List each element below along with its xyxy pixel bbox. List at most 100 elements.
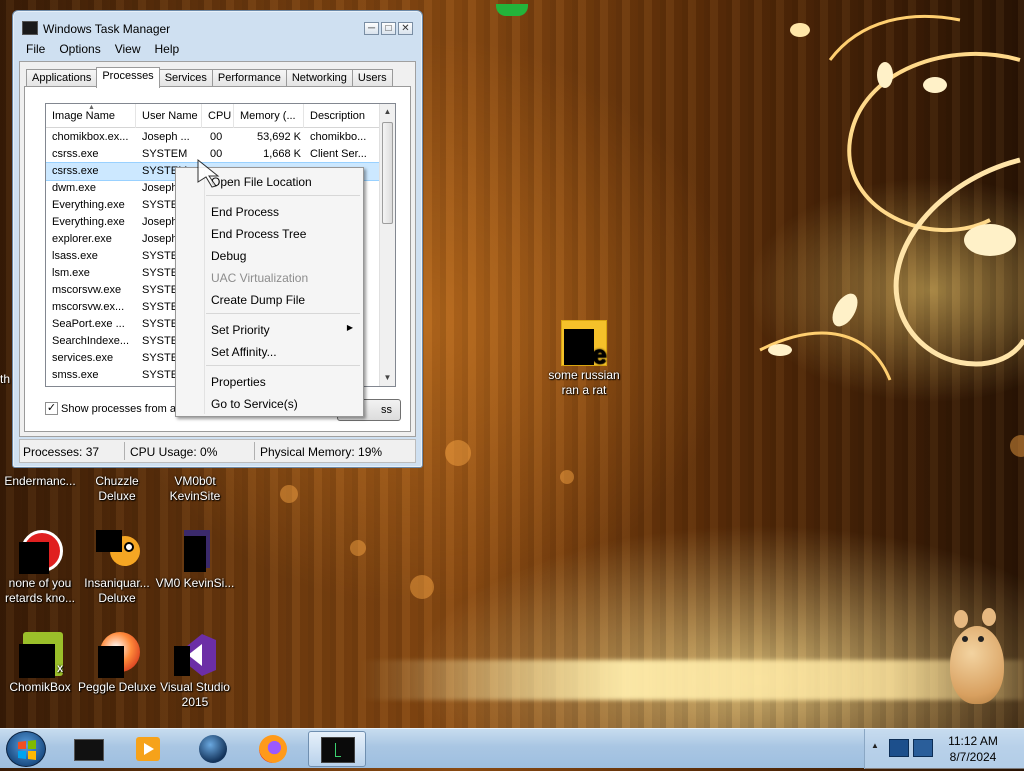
title-bar[interactable]: Windows Task Manager ─ □ ✕	[13, 11, 422, 39]
network-icon[interactable]	[889, 739, 909, 757]
tab-services[interactable]: Services	[158, 69, 213, 87]
cell-image-name: SeaPort.exe ...	[52, 318, 125, 330]
desktop-icon-chomikbox[interactable]: X ChomikBox	[0, 632, 80, 695]
desktop-icon-vm0-kevinsite[interactable]: VM0 KevinSi...	[155, 528, 235, 591]
menu-properties[interactable]: Properties	[178, 371, 361, 391]
cell-image-name: lsm.exe	[52, 267, 90, 279]
desktop-icon-none-of-you[interactable]: none of you retards kno...	[0, 528, 80, 606]
minimize-button[interactable]: ─	[364, 22, 379, 35]
status-physical-memory: Physical Memory: 19%	[260, 445, 383, 459]
column-memory[interactable]: Memory (...	[234, 104, 304, 128]
show-all-label: Show processes from all	[61, 402, 181, 415]
status-separator	[254, 442, 255, 460]
column-cpu[interactable]: CPU	[202, 104, 234, 128]
menu-end-process-tree[interactable]: End Process Tree	[178, 223, 361, 243]
cell-memory: 53,692 K	[256, 131, 301, 143]
desktop-icon-vm0b0t-kevinsite[interactable]: VM0b0t KevinSite	[155, 474, 235, 504]
desktop-icon-peggle-deluxe[interactable]: Peggle Deluxe	[77, 632, 157, 695]
tab-applications[interactable]: Applications	[26, 69, 98, 87]
menu-view[interactable]: View	[108, 41, 148, 59]
column-description[interactable]: Description	[304, 104, 381, 128]
tab-performance[interactable]: Performance	[211, 69, 287, 87]
status-processes: Processes: 37	[23, 445, 100, 459]
show-hidden-icons-button[interactable]: ▲	[871, 741, 879, 750]
clock-date[interactable]: 8/7/2024	[932, 750, 1014, 764]
tab-processes[interactable]: Processes	[96, 67, 160, 88]
visual-studio-icon	[172, 632, 218, 678]
table-row[interactable]: chomikbox.ex... Joseph ... 00 53,692 K chomi…	[46, 129, 381, 146]
speaker-icon[interactable]	[913, 739, 933, 757]
taskbar-app-firefox[interactable]	[244, 731, 302, 767]
cell-image-name: dwm.exe	[52, 182, 97, 194]
menu-set-priority[interactable]: Set Priority ▶	[178, 319, 361, 339]
cell-user-name: Joseph ...	[142, 131, 190, 143]
cell-image-name: mscorsvw.ex...	[52, 301, 125, 313]
shortcut-icon: e	[561, 320, 607, 369]
start-button[interactable]	[6, 731, 46, 767]
desktop-icon-label: Peggle Deluxe	[77, 680, 157, 694]
windows-logo-icon	[18, 740, 36, 760]
firefox-icon	[259, 735, 287, 763]
menu-separator	[206, 313, 360, 314]
wallpaper-bokeh	[280, 485, 298, 503]
menu-go-to-services[interactable]: Go to Service(s)	[178, 393, 361, 413]
menu-end-process[interactable]: End Process	[178, 201, 361, 221]
chomikbox-icon: X	[17, 632, 63, 678]
desktop-icon-label: none of you retards kno...	[4, 576, 76, 605]
desktop-icon-chuzzle-deluxe[interactable]: Chuzzle Deluxe	[77, 474, 157, 504]
fish-icon	[94, 528, 140, 574]
taskbar: ▲	[0, 728, 1024, 769]
hamster-gadget[interactable]	[944, 606, 1008, 706]
menu-options[interactable]: Options	[52, 41, 107, 59]
taskbar-app-globe[interactable]	[184, 731, 242, 767]
cell-image-name: smss.exe	[52, 369, 99, 381]
desktop-icon-visual-studio-2015[interactable]: Visual Studio 2015	[155, 632, 235, 710]
desktop-icon-endermanc[interactable]: Endermanc...	[0, 474, 80, 489]
menu-file[interactable]: File	[19, 41, 52, 59]
status-separator	[124, 442, 125, 460]
menu-uac-virtualization: UAC Virtualization	[211, 271, 309, 285]
desktop-icon-label: VM0b0t KevinSite	[169, 474, 221, 503]
cell-cpu: 00	[210, 131, 223, 143]
scroll-down-icon[interactable]: ▼	[380, 370, 395, 386]
desktop-icon-label: VM0 KevinSi...	[155, 576, 235, 590]
process-context-menu: Open File Location End Process End Proce…	[175, 167, 364, 417]
process-list-scrollbar[interactable]: ▲ ▼	[379, 104, 395, 386]
scroll-up-icon[interactable]: ▲	[380, 104, 395, 120]
wallpaper-bokeh	[560, 470, 574, 484]
show-all-processes[interactable]: ✓ Show processes from all	[45, 402, 181, 415]
clock-time[interactable]: 11:12 AM	[932, 734, 1014, 748]
tab-users[interactable]: Users	[351, 69, 393, 87]
cell-description: chomikbo...	[310, 131, 367, 143]
task-manager-icon	[321, 737, 355, 763]
taskbar-app-task-manager[interactable]	[308, 731, 366, 767]
cell-image-name: chomikbox.ex...	[52, 131, 129, 143]
column-user-name[interactable]: User Name	[136, 104, 202, 128]
desktop-icon-label: Endermanc...	[4, 474, 76, 488]
tab-networking[interactable]: Networking	[285, 69, 353, 87]
menu-help[interactable]: Help	[148, 41, 187, 59]
taskbar-app-media-player[interactable]	[120, 731, 178, 767]
cell-description: Client Ser...	[310, 148, 367, 160]
desktop-icon-label: Chuzzle Deluxe	[95, 474, 139, 503]
scroll-thumb[interactable]	[382, 122, 393, 224]
column-image-name[interactable]: ▲ Image Name	[46, 104, 136, 128]
cell-user-name: SYSTEM	[142, 148, 188, 160]
show-all-checkbox[interactable]: ✓	[45, 402, 58, 415]
desktop-icon-label: Insaniquar... Deluxe	[84, 576, 150, 605]
desktop-icon-some-russian-ran-a-rat[interactable]: e some russian ran a rat	[544, 320, 624, 398]
cell-image-name: csrss.exe	[52, 148, 99, 160]
cell-image-name: csrss.exe	[52, 165, 99, 177]
desktop-icon-insaniquarium-deluxe[interactable]: Insaniquar... Deluxe	[77, 528, 157, 606]
status-bar: Processes: 37 CPU Usage: 0% Physical Mem…	[19, 439, 416, 463]
task-manager-icon	[22, 21, 38, 35]
menu-debug[interactable]: Debug	[178, 245, 361, 265]
window-title: Windows Task Manager	[43, 22, 171, 36]
desktop-icon-label-cutoff: th	[0, 372, 11, 386]
menu-set-affinity[interactable]: Set Affinity...	[178, 341, 361, 361]
taskbar-app-monitor[interactable]	[60, 731, 118, 767]
menu-create-dump-file[interactable]: Create Dump File	[178, 289, 361, 309]
close-button[interactable]: ✕	[398, 22, 413, 35]
maximize-button[interactable]: □	[381, 22, 396, 35]
desktop-icon-label: Visual Studio 2015	[160, 680, 230, 709]
